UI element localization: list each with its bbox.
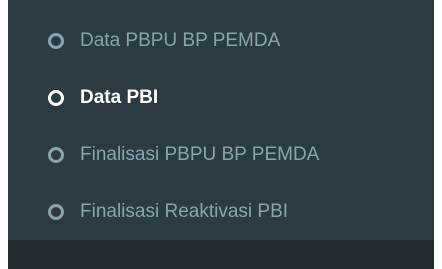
sidebar-item-data-pbi[interactable]: Data PBI	[8, 69, 434, 126]
circle-outline-icon	[48, 203, 64, 220]
sidebar-item-finalisasi-pbpu-bp-pemda[interactable]: Finalisasi PBPU BP PEMDA	[8, 126, 434, 183]
circle-outline-icon	[48, 146, 64, 163]
sidebar-submenu: Data PBPU BP PEMDA Data PBI Finalisasi P…	[8, 12, 434, 240]
sidebar-item-label: Data PBI	[80, 87, 159, 108]
sidebar-item-finalisasi-reaktivasi-pbi[interactable]: Finalisasi Reaktivasi PBI	[8, 183, 434, 240]
screen: Data PBPU BP PEMDA Data PBI Finalisasi P…	[0, 0, 442, 269]
sidebar-item-label: Finalisasi PBPU BP PEMDA	[80, 144, 320, 165]
circle-outline-icon	[48, 32, 64, 49]
sidebar-bottom-band	[8, 240, 434, 269]
sidebar-item-label: Finalisasi Reaktivasi PBI	[80, 201, 289, 222]
sidebar-submenu-panel: Data PBPU BP PEMDA Data PBI Finalisasi P…	[8, 0, 434, 269]
sidebar-item-data-pbpu-bp-pemda[interactable]: Data PBPU BP PEMDA	[8, 12, 434, 69]
circle-outline-icon	[48, 89, 64, 106]
sidebar-item-label: Data PBPU BP PEMDA	[80, 30, 281, 51]
